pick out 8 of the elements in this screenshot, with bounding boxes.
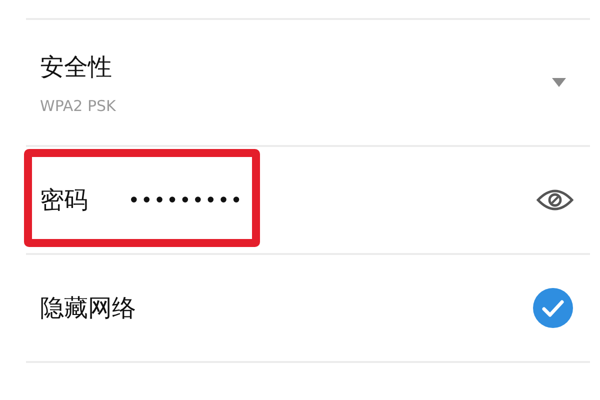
security-label: 安全性 [40,52,113,82]
eye-icon[interactable] [536,188,574,212]
dropdown-caret-icon[interactable] [552,78,566,87]
security-value: WPA2 PSK [40,96,117,114]
password-field[interactable]: ••••••••• [128,188,536,212]
password-label: 密码 [40,185,88,216]
hidden-network-label: 隐藏网络 [40,293,137,324]
checkbox[interactable] [532,287,574,329]
